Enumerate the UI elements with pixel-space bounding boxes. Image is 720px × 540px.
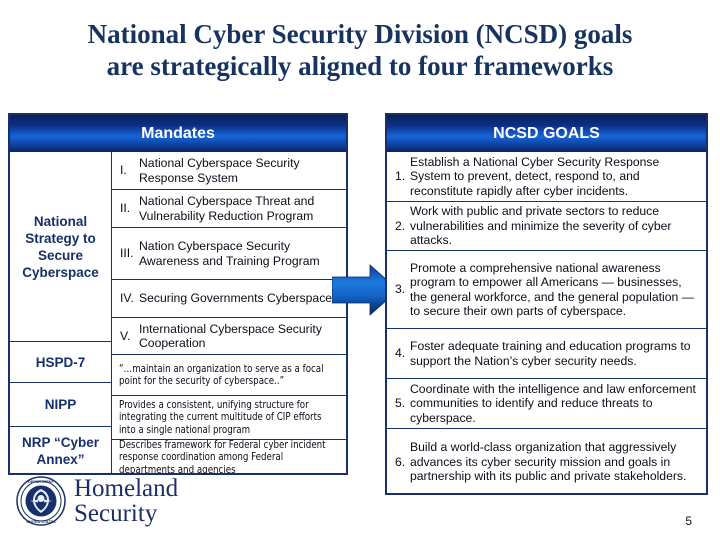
mandate-number: II.: [120, 201, 131, 216]
mandates-header: Mandates: [10, 115, 346, 152]
mandate-text: National Cyberspace Threat and Vulnerabi…: [139, 194, 315, 223]
goal-number: 4.: [395, 346, 406, 361]
page-number: 5: [685, 514, 692, 528]
mandate-text: Securing Governments Cyberspace: [139, 291, 333, 306]
mandate-text: International Cyberspace Security Cooper…: [139, 321, 322, 351]
goal-row: 6. Build a world-class organization that…: [387, 429, 706, 495]
dhs-wordmark-line-1: Homeland: [74, 475, 179, 502]
dhs-seal-icon: DEPARTMENT UNITED STATES: [16, 476, 66, 526]
mandate-text: Provides a consistent, unifying structur…: [119, 398, 322, 436]
goal-row: 4. Foster adequate training and educatio…: [387, 329, 706, 379]
goal-number: 2.: [395, 218, 406, 233]
dhs-wordmark: Homeland Security: [74, 476, 178, 526]
ncsd-goals-body: 1. Establish a National Cyber Security R…: [387, 152, 706, 495]
mandates-body: National Strategy to Secure Cyberspace H…: [10, 152, 346, 476]
goal-number: 5.: [395, 396, 406, 411]
ncsd-goals-table: NCSD GOALS 1. Establish a National Cyber…: [385, 113, 708, 495]
goal-row: 2. Work with public and private sectors …: [387, 202, 706, 251]
mandate-column: I. National Cyberspace Security Response…: [112, 152, 346, 476]
ncsd-goals-header: NCSD GOALS: [387, 115, 706, 152]
mandate-number: IV.: [120, 291, 134, 306]
mandate-row-hspd7-description: “…maintain an organization to serve as a…: [112, 355, 346, 396]
framework-label-national-strategy: National Strategy to Secure Cyberspace: [10, 152, 111, 342]
page-title-line-1: National Cyber Security Division (NCSD) …: [87, 19, 633, 49]
goal-text: Work with public and private sectors to …: [410, 204, 672, 248]
dhs-wordmark-line-2: Security: [74, 500, 158, 527]
goal-text: Coordinate with the intelligence and law…: [410, 381, 696, 425]
goal-row: 1. Establish a National Cyber Security R…: [387, 152, 706, 202]
framework-label-nipp: NIPP: [10, 383, 111, 427]
framework-column: National Strategy to Secure Cyberspace H…: [10, 152, 112, 475]
page-title-line-2: are strategically aligned to four framew…: [106, 51, 614, 81]
goal-text: Build a world-class organization that ag…: [410, 440, 687, 484]
mandate-row-nrp-description: Describes framework for Federal cyber in…: [112, 438, 346, 476]
mandate-row: II. National Cyberspace Threat and Vulne…: [112, 190, 346, 228]
goal-row: 3. Promote a comprehensive national awar…: [387, 251, 706, 329]
svg-text:DEPARTMENT: DEPARTMENT: [28, 480, 54, 484]
mandate-text: National Cyberspace Security Response Sy…: [139, 156, 300, 185]
svg-text:UNITED STATES: UNITED STATES: [26, 520, 56, 524]
goal-number: 6.: [395, 454, 406, 469]
mandate-row: V. International Cyberspace Security Coo…: [112, 318, 346, 355]
mandate-row: IV. Securing Governments Cyberspace: [112, 280, 346, 318]
goal-text: Promote a comprehensive national awarene…: [410, 260, 694, 318]
mandate-text: Nation Cyberspace Security Awareness and…: [139, 239, 320, 268]
mandate-row-nipp-description: Provides a consistent, unifying structur…: [112, 396, 346, 440]
mandate-number: I.: [120, 163, 127, 178]
goal-text: Establish a National Cyber Security Resp…: [410, 154, 660, 198]
mandate-text: Describes framework for Federal cyber in…: [119, 438, 326, 476]
page-title: National Cyber Security Division (NCSD) …: [0, 18, 720, 82]
goal-number: 3.: [395, 282, 406, 297]
framework-label-hspd-7: HSPD-7: [10, 342, 111, 383]
dhs-logo: DEPARTMENT UNITED STATES Homeland Securi…: [16, 476, 178, 526]
goal-text: Foster adequate training and education p…: [410, 339, 691, 368]
framework-label-nrp-cyber-annex: NRP “Cyber Annex”: [21, 435, 100, 467]
mandate-row: I. National Cyberspace Security Response…: [112, 152, 346, 190]
mandates-table: Mandates National Strategy to Secure Cyb…: [8, 113, 348, 476]
mandate-row: III. Nation Cyberspace Security Awarenes…: [112, 228, 346, 280]
mandate-text: “…maintain an organization to serve as a…: [119, 362, 324, 387]
goal-row: 5. Coordinate with the intelligence and …: [387, 379, 706, 429]
mandate-number: III.: [120, 246, 134, 261]
mandate-number: V.: [120, 328, 131, 343]
goal-number: 1.: [395, 169, 406, 184]
